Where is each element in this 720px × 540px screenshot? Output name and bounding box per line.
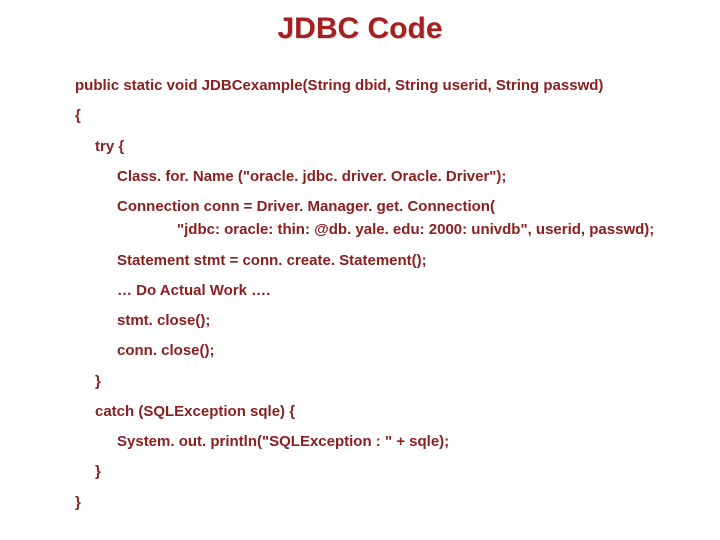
code-line: public static void JDBCexample(String db… (75, 74, 690, 97)
code-line: } (95, 370, 690, 393)
code-line: "jdbc: oracle: thin: @db. yale. edu: 200… (177, 218, 690, 241)
code-line: conn. close(); (117, 339, 690, 362)
code-line: System. out. println("SQLException : " +… (117, 430, 690, 453)
code-line: stmt. close(); (117, 309, 690, 332)
code-line: Class. for. Name ("oracle. jdbc. driver.… (117, 165, 690, 188)
code-line: Statement stmt = conn. create. Statement… (117, 249, 690, 272)
code-line: { (75, 104, 690, 127)
code-line: … Do Actual Work …. (117, 279, 690, 302)
code-line: try { (95, 135, 690, 158)
code-line: } (75, 491, 690, 514)
slide: JDBC Code public static void JDBCexample… (0, 0, 720, 540)
code-line: } (95, 460, 690, 483)
code-block: public static void JDBCexample(String db… (0, 74, 720, 514)
code-line: Connection conn = Driver. Manager. get. … (117, 195, 690, 218)
slide-title: JDBC Code (0, 0, 720, 74)
code-line: catch (SQLException sqle) { (95, 400, 690, 423)
